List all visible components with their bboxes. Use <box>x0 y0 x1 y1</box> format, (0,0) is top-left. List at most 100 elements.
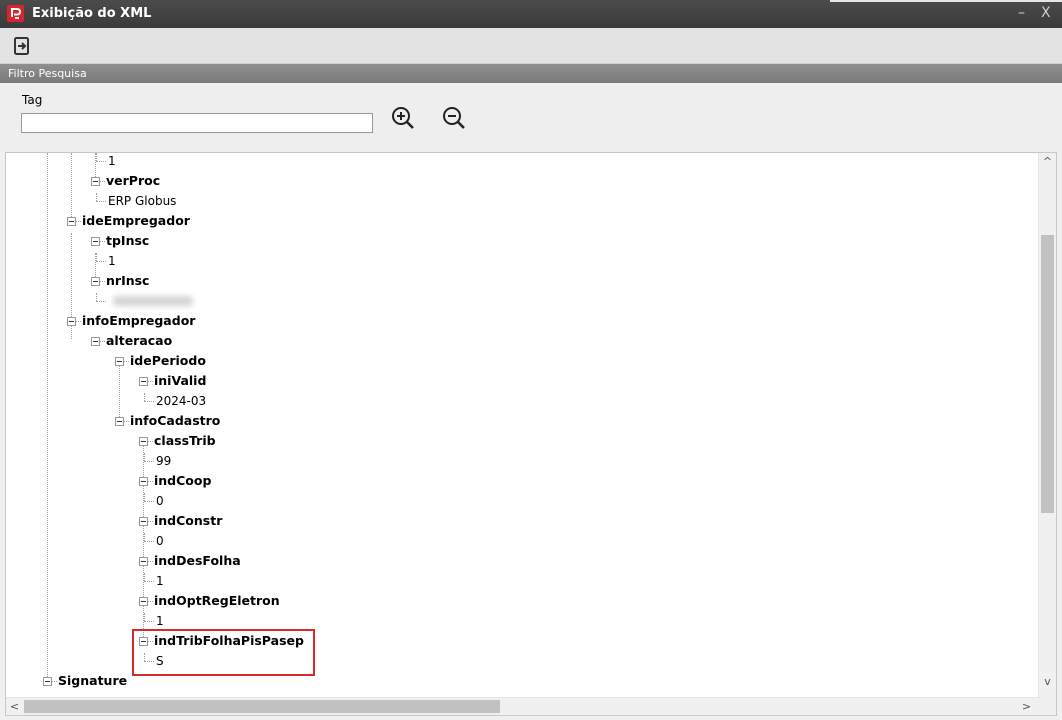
close-button[interactable]: X <box>1041 4 1051 22</box>
collapse-toggle-icon[interactable] <box>139 437 148 446</box>
tree-connector <box>100 281 105 282</box>
tree-node-value[interactable]: ERP Globus <box>108 191 176 211</box>
collapse-toggle-icon[interactable] <box>139 637 148 646</box>
tree-node-value[interactable]: 1 <box>108 251 116 271</box>
tree-connector <box>144 493 145 501</box>
collapse-toggle-icon[interactable] <box>139 597 148 606</box>
tree-connector <box>96 293 97 301</box>
tree-guide-line <box>119 359 120 419</box>
tree-node-value[interactable]: 1 <box>156 571 164 591</box>
tree-connector <box>124 361 129 362</box>
vertical-scrollbar[interactable]: ^ v <box>1038 153 1056 698</box>
tree-node-tag[interactable]: alteracao <box>106 331 172 351</box>
collapse-toggle-icon[interactable] <box>115 417 124 426</box>
tree-node-tag[interactable]: idePeriodo <box>130 351 206 371</box>
tree-connector <box>148 521 153 522</box>
tree-node-tag[interactable]: classTrib <box>154 431 216 451</box>
scroll-right-icon[interactable]: > <box>1018 698 1035 715</box>
tree-connector <box>96 161 106 162</box>
tree-connector <box>96 201 106 202</box>
tree-connector <box>148 481 153 482</box>
tree-node-value[interactable]: 2024-03 <box>156 391 206 411</box>
tree-node-value[interactable]: 1 <box>156 611 164 631</box>
collapse-toggle-icon[interactable] <box>91 277 100 286</box>
collapse-toggle-icon[interactable] <box>91 237 100 246</box>
tree-guide-line <box>47 153 48 681</box>
tree-node-value[interactable]: 99 <box>156 451 171 471</box>
tree-connector <box>144 541 154 542</box>
tree-connector <box>144 501 154 502</box>
exit-icon[interactable] <box>12 36 32 56</box>
collapse-toggle-icon[interactable] <box>115 357 124 366</box>
collapse-toggle-icon[interactable] <box>139 517 148 526</box>
tree-connector <box>148 601 153 602</box>
filter-panel: Tag <box>0 83 1062 152</box>
title-strip <box>830 0 1062 2</box>
window-title: Exibição do XML <box>32 6 152 21</box>
tree-node-value[interactable]: 0 <box>156 491 164 511</box>
tree-node-tag[interactable]: indDesFolha <box>154 551 241 571</box>
tree-connector <box>148 561 153 562</box>
horizontal-scrollbar[interactable]: < > <box>6 697 1040 715</box>
app-logo-icon <box>7 5 24 22</box>
tree-connector <box>96 261 106 262</box>
scroll-corner <box>1039 698 1056 715</box>
zoom-out-icon[interactable] <box>441 105 467 131</box>
tree-connector <box>148 381 153 382</box>
tree-connector <box>148 641 153 642</box>
tree-node-tag[interactable]: indConstr <box>154 511 222 531</box>
tree-node-value[interactable]: 0 <box>156 531 164 551</box>
minimize-button[interactable]: – <box>1018 4 1025 22</box>
vertical-scroll-thumb[interactable] <box>1041 235 1054 513</box>
collapse-toggle-icon[interactable] <box>91 337 100 346</box>
tree-connector <box>100 341 105 342</box>
tree-connector <box>76 221 81 222</box>
tree-connector <box>144 613 145 621</box>
scroll-up-icon[interactable]: ^ <box>1039 153 1056 170</box>
tag-input[interactable] <box>21 113 373 133</box>
tree-node-tag[interactable]: infoEmpregador <box>82 311 195 331</box>
tree-connector <box>144 393 145 401</box>
tree-node-tag[interactable]: nrInsc <box>106 271 149 291</box>
scroll-down-icon[interactable]: v <box>1039 673 1056 690</box>
tree-connector <box>144 573 145 581</box>
redacted-value <box>113 296 193 306</box>
tree-node-tag[interactable]: verProc <box>106 171 160 191</box>
collapse-toggle-icon[interactable] <box>67 217 76 226</box>
filter-section-title: Filtro Pesquisa <box>8 67 87 80</box>
tree-node-tag[interactable]: Signature <box>58 671 127 691</box>
collapse-toggle-icon[interactable] <box>139 557 148 566</box>
tree-node-tag[interactable]: indOptRegEletron <box>154 591 280 611</box>
tree-node-value[interactable]: 1 <box>108 153 116 171</box>
collapse-toggle-icon[interactable] <box>139 377 148 386</box>
collapse-toggle-icon[interactable] <box>43 677 52 686</box>
tree-connector <box>124 421 129 422</box>
tree-connector <box>96 153 97 161</box>
tree-node-tag[interactable]: indCoop <box>154 471 211 491</box>
scroll-left-icon[interactable]: < <box>6 698 23 715</box>
tree-connector <box>100 181 105 182</box>
tree-node-tag[interactable]: iniValid <box>154 371 206 391</box>
tree-node-tag[interactable]: indTribFolhaPisPasep <box>154 631 304 651</box>
tree-connector <box>144 401 154 402</box>
tree-connector <box>148 441 153 442</box>
tree-connector <box>144 581 154 582</box>
tree-connector <box>96 253 97 261</box>
zoom-in-icon[interactable] <box>390 105 416 131</box>
xml-tree-view[interactable]: 1 verProc ERP Globus ideEmpregador tpInsc 1 nr… <box>5 152 1057 716</box>
tree-connector <box>144 661 154 662</box>
tree-node-tag[interactable]: infoCadastro <box>130 411 220 431</box>
collapse-toggle-icon[interactable] <box>67 317 76 326</box>
title-bar: Exibição do XML – X <box>0 0 1062 28</box>
collapse-toggle-icon[interactable] <box>91 177 100 186</box>
tree-connector <box>144 453 145 461</box>
tree-node-value[interactable]: S <box>156 651 164 671</box>
tree-connector <box>144 461 154 462</box>
tree-connector <box>144 653 145 661</box>
tree-guide-line <box>71 153 72 219</box>
collapse-toggle-icon[interactable] <box>139 477 148 486</box>
tree-node-tag[interactable]: ideEmpregador <box>82 211 190 231</box>
tree-connector <box>100 241 105 242</box>
tree-node-tag[interactable]: tpInsc <box>106 231 149 251</box>
horizontal-scroll-thumb[interactable] <box>24 700 500 713</box>
